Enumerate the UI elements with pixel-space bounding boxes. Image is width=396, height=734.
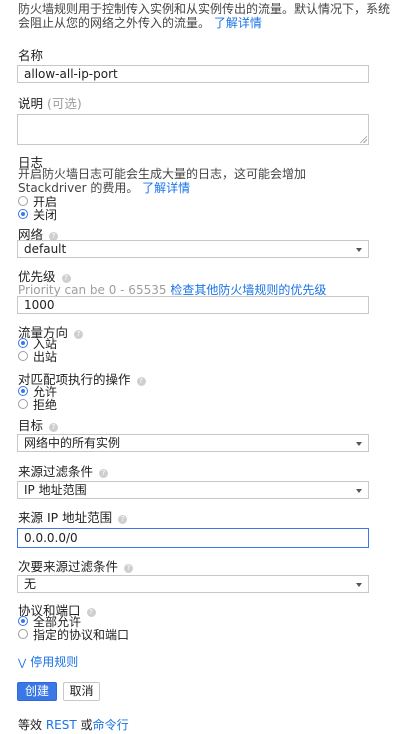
equivalent-or: 或	[80, 718, 93, 732]
action-deny-radio[interactable]	[18, 399, 28, 409]
second-filter-select[interactable]: 无	[17, 575, 369, 593]
direction-radio-group: 入站 出站	[18, 337, 58, 364]
network-select[interactable]: default	[17, 240, 369, 258]
protocols-allow-all-radio[interactable]	[18, 616, 28, 626]
disable-rule-toggle[interactable]: ⋁ 停用规则	[18, 653, 78, 670]
second-filter-label: 次要来源过滤条件?	[18, 559, 134, 574]
rest-link[interactable]: REST	[46, 718, 77, 732]
source-filter-label-text: 来源过滤条件	[18, 464, 94, 479]
equivalent-row: 等效 REST 或命令行	[18, 716, 129, 733]
name-input[interactable]	[17, 65, 369, 83]
priority-check-link[interactable]: 检查其他防火墙规则的优先级	[170, 283, 326, 297]
direction-option-egress[interactable]: 出站	[18, 349, 58, 364]
protocols-option-specified[interactable]: 指定的协议和端口	[18, 627, 130, 642]
chevron-down-icon	[356, 248, 362, 252]
intro-learn-more-link[interactable]: 了解详情	[214, 16, 262, 30]
cancel-button[interactable]: 取消	[63, 682, 100, 701]
chevron-down-icon	[356, 442, 362, 446]
description-label-text: 说明	[18, 96, 44, 111]
target-label-text: 目标	[18, 418, 44, 433]
help-icon[interactable]: ?	[124, 564, 134, 573]
protocols-specified-label: 指定的协议和端口	[33, 627, 130, 642]
description-field	[17, 114, 369, 145]
description-label: 说明 (可选)	[18, 97, 82, 111]
double-chevron-down-icon: ⋁	[18, 658, 27, 669]
network-select-value: default	[24, 242, 67, 256]
target-select[interactable]: 网络中的所有实例	[17, 434, 369, 452]
intro-description: 防火墙规则用于控制传入实例和从实例传出的流量。默认情况下，系统会阻止从您的网络之…	[18, 2, 391, 30]
source-filter-select-value: IP 地址范围	[24, 483, 87, 497]
direction-ingress-radio[interactable]	[18, 338, 28, 348]
help-icon[interactable]: ?	[49, 423, 59, 432]
disable-rule-link[interactable]: 停用规则	[30, 655, 78, 669]
target-select-value: 网络中的所有实例	[24, 436, 121, 450]
name-label: 名称	[18, 48, 44, 63]
second-filter-select-value: 无	[24, 577, 37, 591]
command-line-link[interactable]: 命令行	[93, 718, 129, 732]
logs-off-radio[interactable]	[18, 209, 28, 219]
description-optional: (可选)	[47, 96, 82, 111]
logs-learn-more-link[interactable]: 了解详情	[142, 181, 190, 195]
resize-grip-icon[interactable]	[359, 135, 367, 143]
priority-hint-text: Priority can be 0 - 65535	[18, 283, 167, 297]
equivalent-prefix: 等效	[18, 718, 43, 732]
direction-egress-label: 出站	[33, 349, 58, 364]
description-textarea[interactable]	[17, 114, 369, 145]
protocols-radio-group: 全部允许 指定的协议和端口	[18, 615, 130, 642]
source-ip-label: 来源 IP 地址范围?	[18, 510, 128, 525]
action-allow-radio[interactable]	[18, 386, 28, 396]
chevron-down-icon	[356, 489, 362, 493]
source-filter-select[interactable]: IP 地址范围	[17, 481, 369, 499]
target-label: 目标?	[18, 418, 59, 433]
chevron-down-icon	[356, 583, 362, 587]
action-option-deny[interactable]: 拒绝	[18, 397, 58, 412]
logs-option-off[interactable]: 关闭	[18, 207, 58, 222]
source-filter-label: 来源过滤条件?	[18, 464, 109, 479]
help-icon[interactable]: ?	[118, 515, 128, 524]
intro-text: 防火墙规则用于控制传入实例和从实例传出的流量。默认情况下，系统会阻止从您的网络之…	[18, 2, 390, 30]
create-button[interactable]: 创建	[17, 682, 57, 701]
source-ip-input[interactable]	[17, 528, 369, 548]
help-icon[interactable]: ?	[74, 330, 84, 339]
action-deny-label: 拒绝	[33, 397, 58, 412]
logs-radio-group: 开启 关闭	[18, 195, 58, 222]
logs-option-off-label: 关闭	[33, 207, 58, 222]
priority-input[interactable]	[17, 296, 369, 314]
logs-description: 开启防火墙日志可能会生成大量的日志，这可能会增加 Stackdriver 的费用…	[18, 167, 378, 195]
logs-on-radio[interactable]	[18, 196, 28, 206]
source-ip-label-text: 来源 IP 地址范围	[18, 510, 113, 525]
protocols-specified-radio[interactable]	[18, 629, 28, 639]
direction-egress-radio[interactable]	[18, 351, 28, 361]
action-radio-group: 允许 拒绝	[18, 385, 58, 412]
help-icon[interactable]: ?	[99, 469, 109, 478]
help-icon[interactable]: ?	[136, 377, 146, 386]
second-filter-label-text: 次要来源过滤条件	[18, 559, 119, 574]
